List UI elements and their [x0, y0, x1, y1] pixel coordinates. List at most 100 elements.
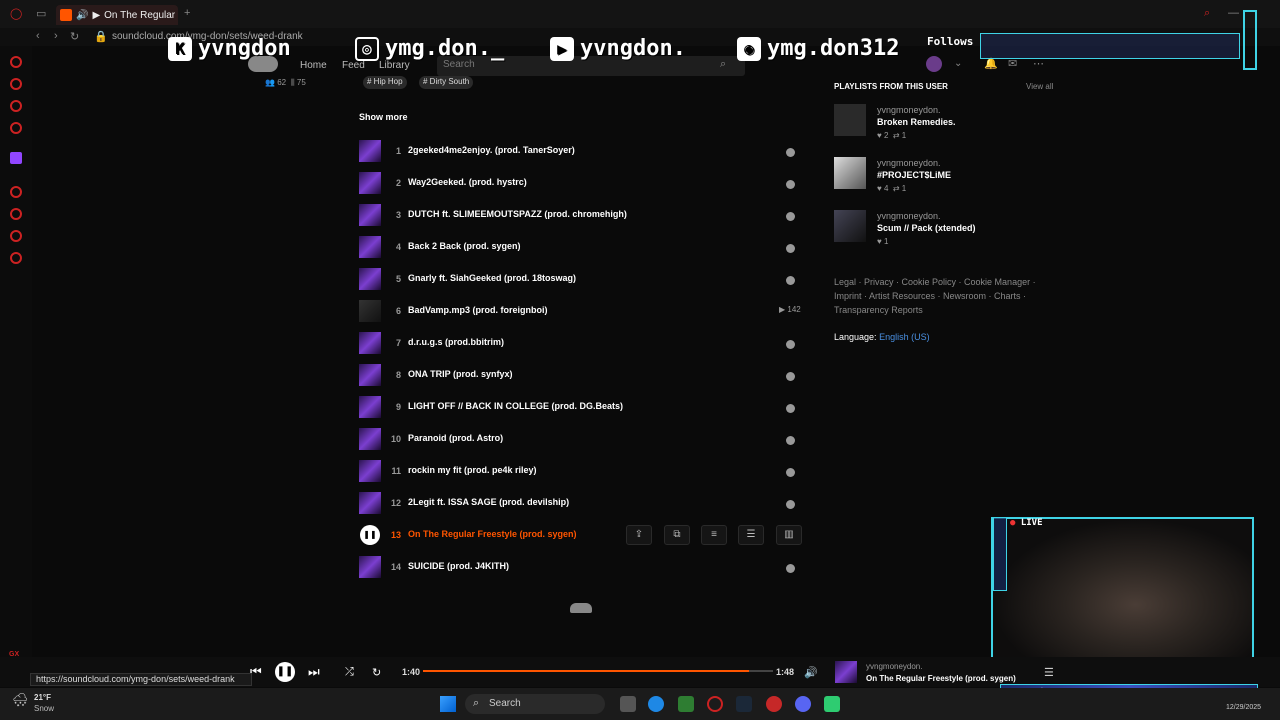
track-row[interactable]: 9 LIGHT OFF // BACK IN COLLEGE (prod. DG.…: [359, 392, 809, 424]
sidebar-settings-icon[interactable]: [10, 252, 22, 264]
sidebar-wallet-icon[interactable]: [10, 78, 22, 90]
track-title[interactable]: BadVamp.mp3 (prod. foreignboi): [408, 305, 548, 315]
sidebar-twitch-icon[interactable]: [10, 152, 22, 164]
sidebar-history-icon[interactable]: [10, 208, 22, 220]
steam-icon[interactable]: [736, 696, 752, 712]
search-icon[interactable]: ⌕: [720, 58, 726, 71]
tag-hip-hop[interactable]: # Hip Hop: [363, 76, 407, 89]
track-artwork[interactable]: [359, 140, 381, 162]
track-artwork[interactable]: [359, 268, 381, 290]
share-button[interactable]: ⇪: [626, 525, 652, 545]
edge-icon[interactable]: [648, 696, 664, 712]
opera-gx-icon[interactable]: [707, 696, 723, 712]
sidebar-ai-icon[interactable]: [10, 56, 22, 68]
track-row[interactable]: 2 Way2Geeked. (prod. hystrc): [359, 168, 809, 200]
footer-links[interactable]: Legal · Privacy · Cookie Policy · Cookie…: [834, 275, 1044, 317]
footer-line-3[interactable]: Transparency Reports: [834, 303, 1044, 317]
avatar[interactable]: [926, 56, 942, 72]
track-row[interactable]: 12 2Legit ft. ISSA SAGE (prod. devilship): [359, 488, 809, 520]
discord-taskbar-icon[interactable]: [795, 696, 811, 712]
track-artwork[interactable]: [359, 364, 381, 386]
track-row[interactable]: 4 Back 2 Back (prod. sygen): [359, 232, 809, 264]
stats-button[interactable]: ▥: [776, 525, 802, 545]
footer-line-2[interactable]: Imprint · Artist Resources · Newsroom · …: [834, 289, 1044, 303]
pause-button[interactable]: ❚❚: [275, 662, 295, 682]
tabs-icon[interactable]: ▭: [36, 7, 46, 20]
playlist-thumbnail[interactable]: [834, 104, 866, 136]
nav-home[interactable]: Home: [300, 60, 327, 71]
track-title[interactable]: LIGHT OFF // BACK IN COLLEGE (prod. DG.B…: [408, 401, 623, 411]
queue-icon[interactable]: ☰: [1044, 666, 1054, 679]
track-row[interactable]: 3 DUTCH ft. SLIMEEMOUTSPAZZ (prod. chrome…: [359, 200, 809, 232]
add-to-next-up-button[interactable]: ≡: [701, 525, 727, 545]
playlist-thumbnail[interactable]: [834, 157, 866, 189]
shuffle-button[interactable]: ⤮: [345, 666, 354, 679]
track-title[interactable]: DUTCH ft. SLIMEEMOUTSPAZZ (prod. chromeh…: [408, 209, 627, 219]
track-row[interactable]: 7 d.r.u.g.s (prod.bbitrim): [359, 328, 809, 360]
language-link[interactable]: English (US): [879, 332, 930, 342]
playlist-item[interactable]: yvngmoneydon. Scum // Pack (xtended) ♥ 1: [834, 210, 1054, 260]
track-title[interactable]: 2Legit ft. ISSA SAGE (prod. devilship): [408, 497, 569, 507]
track-title[interactable]: On The Regular Freestyle (prod. sygen): [408, 529, 577, 539]
track-title[interactable]: rockin my fit (prod. pe4k riley): [408, 465, 537, 475]
opera-logo-icon[interactable]: ◯: [10, 7, 22, 20]
weather-desc[interactable]: Snow: [34, 704, 54, 713]
footer-line-1[interactable]: Legal · Privacy · Cookie Policy · Cookie…: [834, 275, 1044, 289]
speaker-icon[interactable]: 🔊: [76, 10, 88, 21]
task-view-icon[interactable]: [620, 696, 636, 712]
track-row[interactable]: 6 BadVamp.mp3 (prod. foreignboi) ▶ 142: [359, 296, 809, 328]
track-artwork[interactable]: [359, 204, 381, 226]
nav-library[interactable]: Library: [379, 60, 410, 71]
sidebar-extensions-icon[interactable]: [10, 230, 22, 242]
windows-start-icon[interactable]: [440, 696, 456, 712]
track-artwork[interactable]: [359, 428, 381, 450]
track-row[interactable]: 5 Gnarly ft. SiahGeeked (prod. 18toswag): [359, 264, 809, 296]
browser-tab[interactable]: 🔊 ▶ On The Regular Free: [56, 5, 178, 25]
repeat-button[interactable]: ↻: [372, 666, 381, 679]
forward-button[interactable]: ›: [54, 30, 58, 42]
track-row[interactable]: 8 ONA TRIP (prod. synfyx): [359, 360, 809, 392]
track-artwork[interactable]: [359, 172, 381, 194]
app-green-icon[interactable]: [824, 696, 840, 712]
pause-icon[interactable]: ❚❚: [360, 525, 380, 545]
track-artwork[interactable]: [359, 300, 381, 322]
track-artwork[interactable]: [359, 556, 381, 578]
minimize-button[interactable]: —: [1228, 7, 1239, 19]
track-title[interactable]: SUICIDE (prod. J4KITH): [408, 561, 509, 571]
track-artwork[interactable]: [359, 460, 381, 482]
tag-dirty-south[interactable]: # Dirty South: [419, 76, 474, 89]
track-title[interactable]: 2geeked4me2enjoy. (prod. TanerSoyer): [408, 145, 575, 155]
track-artwork[interactable]: [359, 236, 381, 258]
track-title[interactable]: Way2Geeked. (prod. hystrc): [408, 177, 527, 187]
view-all-link[interactable]: View all: [1026, 82, 1053, 91]
track-title[interactable]: Gnarly ft. SiahGeeked (prod. 18toswag): [408, 273, 576, 283]
now-playing-artist[interactable]: yvngmoneydon.: [866, 662, 922, 671]
track-artwork[interactable]: [359, 396, 381, 418]
sidebar-spotify-icon[interactable]: [10, 186, 22, 198]
search-tabs-icon[interactable]: ⌕: [1204, 7, 1210, 20]
back-button[interactable]: ‹: [36, 30, 40, 42]
track-artwork[interactable]: [359, 492, 381, 514]
now-playing-artwork[interactable]: [835, 661, 857, 683]
playlist-user[interactable]: yvngmoneydon.: [877, 158, 941, 168]
chevron-down-icon[interactable]: ⌄: [954, 58, 962, 69]
nav-feed[interactable]: Feed: [342, 60, 365, 71]
track-row[interactable]: 14 SUICIDE (prod. J4KITH): [359, 552, 809, 584]
playlist-user[interactable]: yvngmoneydon.: [877, 105, 941, 115]
copy-link-button[interactable]: ⧉: [664, 525, 690, 545]
playlist-name[interactable]: Broken Remedies.: [877, 117, 956, 127]
track-title[interactable]: Back 2 Back (prod. sygen): [408, 241, 521, 251]
taskbar-date[interactable]: 12/29/2025: [1226, 704, 1261, 711]
show-more-link[interactable]: Show more: [359, 112, 408, 122]
track-row[interactable]: 11 rockin my fit (prod. pe4k riley): [359, 456, 809, 488]
playlist-name[interactable]: #PROJECT$LiME: [877, 170, 951, 180]
track-title[interactable]: Paranoid (prod. Astro): [408, 433, 503, 443]
track-row[interactable]: 10 Paranoid (prod. Astro): [359, 424, 809, 456]
playlist-user[interactable]: yvngmoneydon.: [877, 211, 941, 221]
weather-icon[interactable]: 🌨: [12, 692, 29, 708]
weather-temp[interactable]: 21°F: [34, 693, 51, 702]
taskbar-search[interactable]: Search: [465, 694, 605, 714]
volume-icon[interactable]: 🔊: [804, 666, 818, 679]
playlist-thumbnail[interactable]: [834, 210, 866, 242]
playlist-item[interactable]: yvngmoneydon. #PROJECT$LiME ♥ 4 ⇄ 1: [834, 157, 1054, 207]
